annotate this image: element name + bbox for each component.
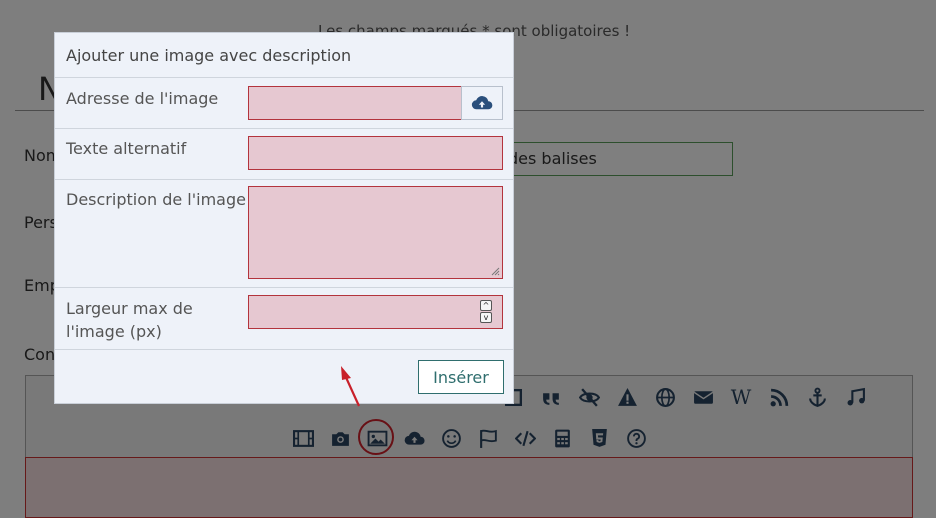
upload-button[interactable] [461, 86, 503, 120]
add-image-dialog: Ajouter une image avec description Adres… [54, 32, 514, 404]
divider [55, 349, 513, 350]
dialog-title: Ajouter une image avec description [66, 46, 352, 65]
resize-handle-icon[interactable] [491, 267, 500, 276]
number-spinner: ^ v [480, 300, 492, 324]
max-width-input[interactable]: ^ v [248, 295, 503, 329]
image-description-textarea[interactable] [248, 186, 503, 279]
divider [55, 179, 513, 180]
cloud-upload-icon [471, 96, 493, 110]
divider [55, 287, 513, 288]
insert-button[interactable]: Insérer [418, 360, 504, 394]
divider [55, 128, 513, 129]
divider [55, 77, 513, 78]
alt-text-input[interactable] [248, 136, 503, 170]
decrement-icon[interactable]: v [480, 312, 492, 323]
alt-text-label: Texte alternatif [66, 139, 187, 158]
max-width-label-line2: l'image (px) [66, 322, 162, 341]
image-description-label: Description de l'image [66, 190, 246, 209]
image-address-input[interactable] [248, 86, 462, 120]
max-width-label-line1: Largeur max de [66, 299, 193, 318]
max-width-label: Largeur max de l'image (px) [66, 297, 193, 343]
increment-icon[interactable]: ^ [480, 300, 492, 311]
image-address-label: Adresse de l'image [66, 89, 219, 108]
